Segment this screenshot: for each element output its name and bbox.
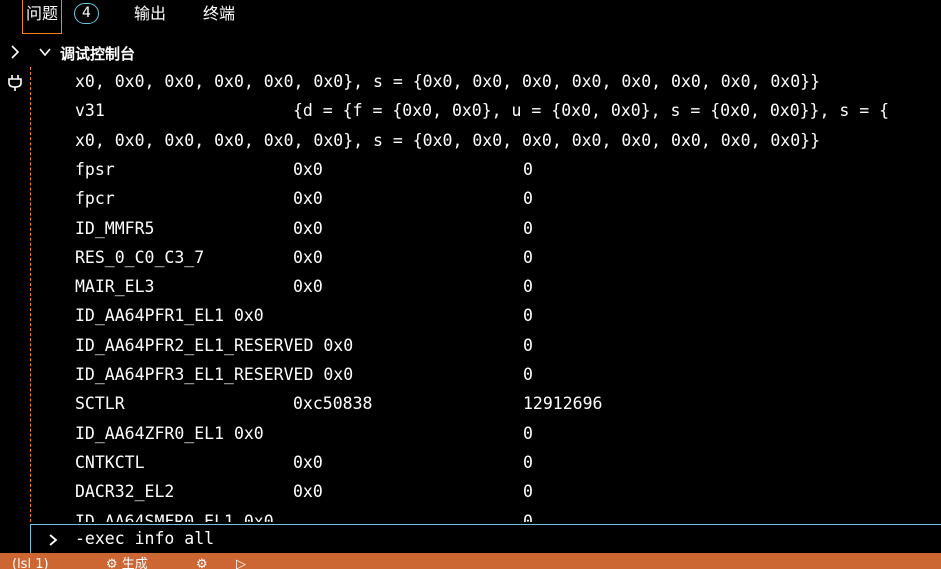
- register-dec: 12912696: [523, 394, 603, 414]
- status-bar: (lsl 1) ⚙ 生成 ⚙ ▷: [0, 553, 941, 569]
- console-line: fpsr 0x0 0: [75, 155, 533, 184]
- chevron-down-icon[interactable]: [38, 44, 52, 58]
- register-dec: 0: [523, 189, 533, 209]
- tab-problems[interactable]: 问题: [22, 0, 62, 34]
- register-name: SCTLR: [75, 394, 125, 414]
- console-line: ID_AA64ZFR0_EL1 0x0 0: [75, 419, 533, 448]
- console-line: ID_AA64PFR3_EL1_RESERVED 0x0 0: [75, 360, 533, 389]
- register-hex: 0x0: [293, 452, 323, 472]
- chevron-right-icon[interactable]: [6, 43, 24, 61]
- console-line: MAIR_EL3 0x0 0: [75, 272, 533, 301]
- register-hex: {d = {f = {0x0, 0x0}, u = {0x0, 0x0}, s …: [293, 101, 890, 121]
- plug-icon[interactable]: [6, 74, 24, 92]
- console-line: CNTKCTL 0x0 0: [75, 448, 533, 477]
- console-line: x0, 0x0, 0x0, 0x0, 0x0, 0x0}, s = {0x0, …: [75, 126, 820, 155]
- register-hex: 0x0: [293, 482, 323, 502]
- play-icon[interactable]: ▷: [236, 557, 246, 569]
- register-hex: 0x0: [293, 218, 323, 238]
- register-hex: 0x0: [293, 247, 323, 267]
- console-text: x0, 0x0, 0x0, 0x0, 0x0, 0x0}, s = {0x0, …: [75, 130, 821, 150]
- register-dec: 0: [523, 306, 533, 326]
- register-dec: 0: [523, 423, 533, 443]
- register-dec: 0: [523, 511, 533, 523]
- register-name: CNTKCTL: [75, 452, 145, 472]
- register-hex: 0x0: [293, 189, 323, 209]
- register-name: MAIR_EL3: [75, 277, 155, 297]
- register-name: DACR32_EL2: [75, 482, 175, 502]
- console-input-text[interactable]: -exec info all: [75, 525, 214, 553]
- register-name: ID_AA64PFR1_EL1 0x0: [75, 306, 264, 326]
- register-name: ID_AA64ZFR0_EL1 0x0: [75, 423, 264, 443]
- register-name: v31: [75, 101, 105, 121]
- debug-console-output[interactable]: x0, 0x0, 0x0, 0x0, 0x0, 0x0}, s = {0x0, …: [30, 67, 941, 522]
- register-hex: 0x0: [293, 277, 323, 297]
- register-dec: 0: [523, 218, 533, 238]
- console-line: ID_AA64PFR1_EL1 0x0 0: [75, 301, 533, 330]
- console-line: RES_0_C0_C3_7 0x0 0: [75, 243, 533, 272]
- console-line: fpcr 0x0 0: [75, 184, 533, 213]
- tab-output-label: 输出: [134, 4, 167, 23]
- tab-problems-label: 问题: [26, 4, 59, 23]
- register-dec: 0: [523, 159, 533, 179]
- console-line: ID_AA64SMFR0_EL1 0x0 0: [75, 507, 533, 523]
- tab-terminal-label: 终端: [203, 4, 236, 23]
- register-hex: 0xc50838: [293, 394, 373, 414]
- register-dec: 0: [523, 365, 533, 384]
- console-line: DACR32_EL2 0x0 0: [75, 477, 533, 506]
- status-build-text: 生成: [121, 557, 148, 569]
- console-line: x0, 0x0, 0x0, 0x0, 0x0, 0x0}, s = {0x0, …: [75, 67, 820, 96]
- tab-terminal[interactable]: 终端: [203, 0, 235, 34]
- console-line: ID_MMFR5 0x0 0: [75, 214, 533, 243]
- panel-tab-bar: 问题 4 输出 终端: [0, 0, 941, 36]
- status-item-build[interactable]: ⚙ 生成: [106, 557, 148, 569]
- register-dec: 0: [523, 335, 533, 355]
- gear-icon: ⚙: [106, 557, 118, 569]
- tab-output[interactable]: 输出: [134, 0, 166, 34]
- register-name: fpsr: [75, 159, 115, 179]
- register-name: ID_AA64PFR2_EL1_RESERVED 0x0: [75, 335, 354, 355]
- console-line: ID_AA64PFR2_EL1_RESERVED 0x0 0: [75, 331, 533, 360]
- left-activity-strip: [0, 36, 30, 553]
- register-name: fpcr: [75, 189, 115, 209]
- console-text: x0, 0x0, 0x0, 0x0, 0x0, 0x0}, s = {0x0, …: [75, 72, 821, 91]
- debug-console-input[interactable]: -exec info all: [30, 524, 941, 553]
- register-hex: 0x0: [293, 159, 323, 179]
- section-title: 调试控制台: [60, 45, 136, 63]
- chevron-right-icon: [47, 532, 59, 546]
- register-name: ID_MMFR5: [75, 218, 155, 238]
- debug-icon[interactable]: ⚙: [196, 557, 208, 569]
- register-name: ID_AA64SMFR0_EL1 0x0: [75, 511, 274, 523]
- console-line: SCTLR 0xc50838 12912696: [75, 389, 602, 418]
- console-line: v31 {d = {f = {0x0, 0x0}, u = {0x0, 0x0},…: [75, 96, 889, 125]
- status-branch-text: (lsl 1): [12, 557, 49, 569]
- register-name: ID_AA64PFR3_EL1_RESERVED 0x0: [75, 365, 354, 384]
- register-dec: 0: [523, 482, 533, 502]
- register-name: RES_0_C0_C3_7: [75, 247, 205, 267]
- status-item-branch[interactable]: (lsl 1): [12, 557, 49, 569]
- register-dec: 0: [523, 247, 533, 267]
- problems-count-badge: 4: [74, 3, 99, 24]
- register-dec: 0: [523, 277, 533, 297]
- register-dec: 0: [523, 452, 533, 472]
